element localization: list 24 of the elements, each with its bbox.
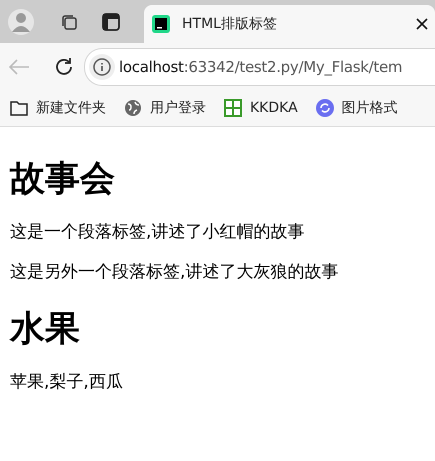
globe-icon <box>124 99 142 117</box>
bookmark-link[interactable]: 图片格式 <box>342 99 398 117</box>
close-icon[interactable] <box>415 17 429 31</box>
paragraph: 这是一个段落标签,讲述了小红帽的故事 <box>10 221 306 243</box>
bookmark-link[interactable]: 用户登录 <box>150 99 206 117</box>
sync-icon <box>316 99 334 117</box>
tab-title: HTML排版标签 <box>182 15 278 33</box>
browser-tab[interactable]: HTML排版标签 <box>144 5 435 43</box>
app-logo-icon <box>152 15 170 33</box>
address-field[interactable]: localhost:63342/test2.py/My_Flask/tem <box>84 48 435 86</box>
tab-actions-icon[interactable] <box>102 12 120 30</box>
paragraph: 这是另外一个段落标签,讲述了大灰狼的故事 <box>10 261 340 283</box>
url-host: localhost <box>119 58 184 76</box>
heading: 故事会 <box>10 158 116 201</box>
workspaces-icon[interactable] <box>60 12 78 30</box>
grid-icon <box>224 99 242 117</box>
reload-icon[interactable] <box>54 56 74 76</box>
paragraph: 苹果,梨子,西瓜 <box>10 371 124 393</box>
folder-icon <box>10 100 28 116</box>
bookmark-link[interactable]: KKDKA <box>250 100 298 116</box>
bookmark-link[interactable]: 新建文件夹 <box>36 99 106 117</box>
heading: 水果 <box>10 308 81 351</box>
url-path: :63342/test2.py/My_Flask/tem <box>184 58 402 76</box>
info-icon <box>93 58 111 76</box>
